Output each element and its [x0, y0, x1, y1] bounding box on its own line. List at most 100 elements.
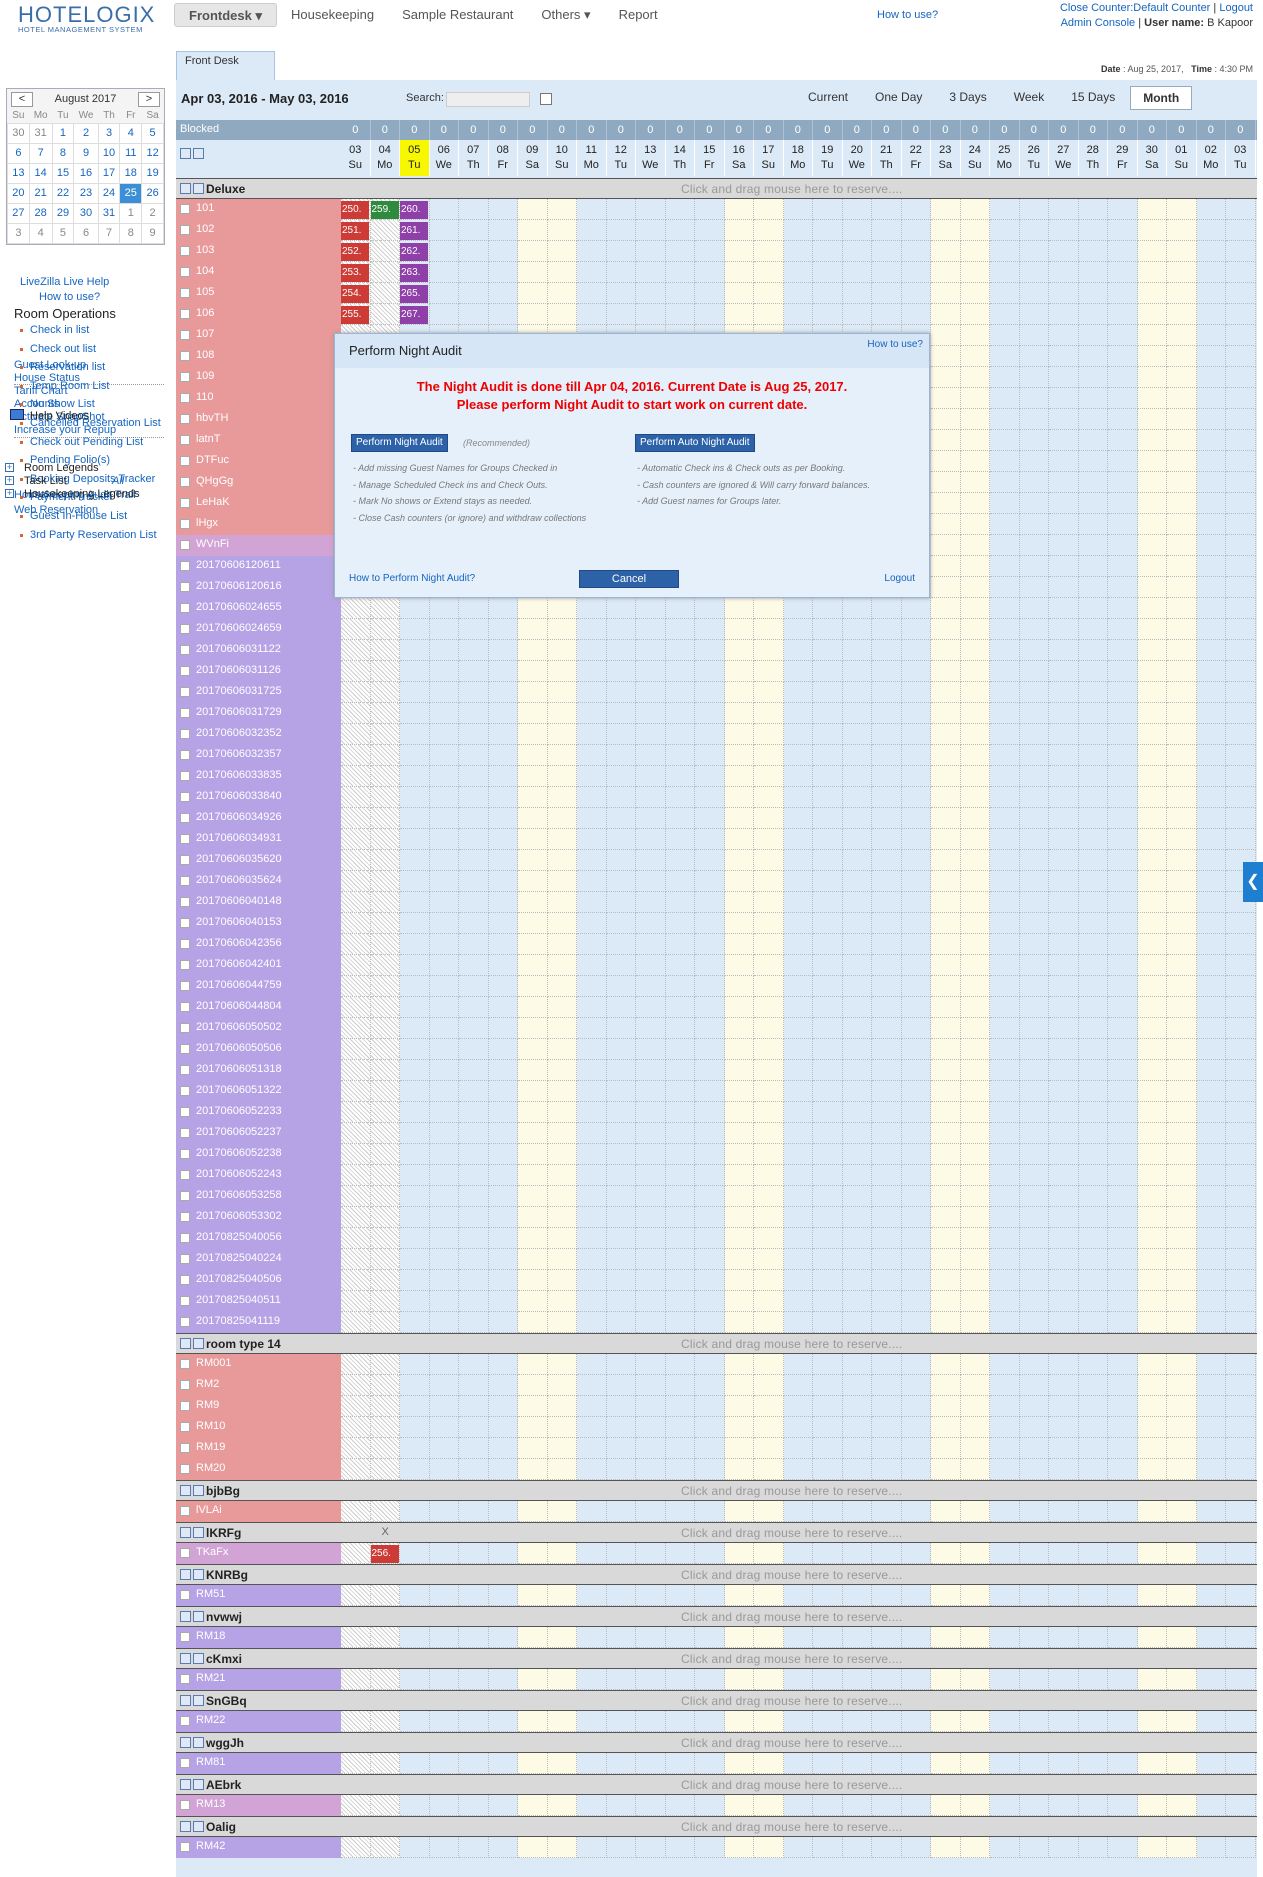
day-cell[interactable] — [783, 1375, 813, 1396]
day-cell[interactable] — [1226, 388, 1256, 409]
room-checkbox[interactable] — [180, 372, 190, 382]
day-cell[interactable] — [931, 1249, 961, 1270]
date-column-header[interactable]: 16 Sa — [725, 140, 754, 176]
day-cell[interactable] — [665, 1228, 695, 1249]
day-cell[interactable] — [1078, 346, 1108, 367]
day-cell[interactable] — [665, 745, 695, 766]
calendar-day[interactable]: 5 — [141, 122, 164, 144]
date-column-header[interactable]: 15 Fr — [695, 140, 725, 176]
day-cell[interactable] — [1226, 1102, 1256, 1123]
day-cell[interactable] — [931, 787, 961, 808]
day-cell[interactable] — [754, 703, 784, 724]
day-cell[interactable] — [724, 955, 754, 976]
day-cell[interactable] — [931, 493, 961, 514]
room-label[interactable]: TKaFx — [176, 1543, 341, 1564]
day-cell[interactable] — [724, 1669, 754, 1690]
day-cell[interactable] — [518, 1438, 548, 1459]
day-cell[interactable] — [1137, 1018, 1167, 1039]
day-cell[interactable] — [665, 283, 695, 304]
day-cell[interactable] — [754, 997, 784, 1018]
day-cell[interactable] — [429, 241, 459, 262]
day-cell[interactable] — [1226, 1501, 1256, 1522]
day-cell[interactable] — [1049, 1753, 1079, 1774]
task-list-all-link[interactable]: All — [112, 475, 124, 487]
day-cell[interactable] — [724, 640, 754, 661]
day-cell[interactable] — [577, 766, 607, 787]
day-cell[interactable] — [695, 1144, 725, 1165]
day-cell[interactable] — [370, 1417, 400, 1438]
day-cell[interactable] — [1019, 1795, 1049, 1816]
day-cell[interactable] — [636, 1417, 666, 1438]
day-cell[interactable] — [1049, 766, 1079, 787]
day-cell[interactable] — [783, 598, 813, 619]
day-cell[interactable] — [842, 913, 872, 934]
day-cell[interactable] — [518, 220, 548, 241]
day-cell[interactable] — [990, 241, 1020, 262]
day-cell[interactable] — [990, 1270, 1020, 1291]
day-cell[interactable] — [547, 1627, 577, 1648]
day-cell[interactable] — [636, 1501, 666, 1522]
day-cell[interactable] — [990, 1228, 1020, 1249]
day-cell[interactable] — [1108, 1060, 1138, 1081]
day-cell[interactable] — [754, 1459, 784, 1480]
day-cell[interactable] — [813, 1711, 843, 1732]
day-cell[interactable] — [577, 829, 607, 850]
day-cell[interactable] — [842, 1060, 872, 1081]
day-cell[interactable] — [901, 1102, 931, 1123]
day-cell[interactable] — [1226, 1375, 1256, 1396]
zoom-icon[interactable] — [193, 183, 204, 194]
day-cell[interactable] — [665, 913, 695, 934]
day-cell[interactable] — [1019, 619, 1049, 640]
day-cell[interactable] — [518, 703, 548, 724]
day-cell[interactable] — [1049, 619, 1079, 640]
day-cell[interactable] — [931, 220, 961, 241]
day-cell[interactable] — [606, 1060, 636, 1081]
day-cell[interactable] — [1226, 1123, 1256, 1144]
day-cell[interactable] — [754, 241, 784, 262]
day-cell[interactable] — [459, 262, 489, 283]
day-cell[interactable] — [547, 1375, 577, 1396]
day-cell[interactable] — [370, 745, 400, 766]
day-cell[interactable] — [341, 1585, 371, 1606]
day-cell[interactable] — [1196, 451, 1226, 472]
calendar-day[interactable]: 13 — [7, 162, 30, 184]
day-cell[interactable] — [518, 1312, 548, 1333]
day-cell[interactable] — [1108, 1249, 1138, 1270]
day-cell[interactable] — [1226, 325, 1256, 346]
sidebar-item-room-op[interactable]: Check out list — [14, 343, 166, 362]
day-cell[interactable] — [783, 997, 813, 1018]
day-cell[interactable] — [813, 913, 843, 934]
day-cell[interactable] — [1049, 283, 1079, 304]
day-cell[interactable] — [636, 1438, 666, 1459]
dialog-how-to-use-link[interactable]: How to use? — [867, 339, 923, 350]
day-cell[interactable] — [1137, 367, 1167, 388]
day-cell[interactable] — [1196, 1501, 1226, 1522]
day-cell[interactable] — [872, 682, 902, 703]
day-cell[interactable] — [370, 934, 400, 955]
day-cell[interactable] — [665, 1627, 695, 1648]
day-cell[interactable] — [488, 1753, 518, 1774]
day-cell[interactable] — [1196, 724, 1226, 745]
drag-to-reserve-hint[interactable]: Click and drag mouse here to reserve.... — [681, 1337, 902, 1351]
day-cell[interactable] — [813, 1060, 843, 1081]
day-cell[interactable] — [1226, 304, 1256, 325]
day-cell[interactable] — [1226, 745, 1256, 766]
day-cell[interactable] — [400, 745, 430, 766]
day-cell[interactable] — [813, 1438, 843, 1459]
day-cell[interactable] — [1108, 1123, 1138, 1144]
day-cell[interactable] — [960, 220, 990, 241]
day-cell[interactable] — [872, 976, 902, 997]
day-cell[interactable] — [341, 1228, 371, 1249]
day-cell[interactable] — [960, 1291, 990, 1312]
day-cell[interactable] — [1137, 1186, 1167, 1207]
day-cell[interactable] — [1108, 913, 1138, 934]
day-cell[interactable] — [695, 787, 725, 808]
day-cell[interactable] — [459, 1312, 489, 1333]
day-cell[interactable] — [990, 1207, 1020, 1228]
day-cell[interactable] — [1226, 598, 1256, 619]
day-cell[interactable] — [400, 850, 430, 871]
day-cell[interactable] — [606, 1102, 636, 1123]
day-cell[interactable] — [931, 1291, 961, 1312]
day-cell[interactable] — [577, 1102, 607, 1123]
day-cell[interactable] — [1167, 1291, 1197, 1312]
